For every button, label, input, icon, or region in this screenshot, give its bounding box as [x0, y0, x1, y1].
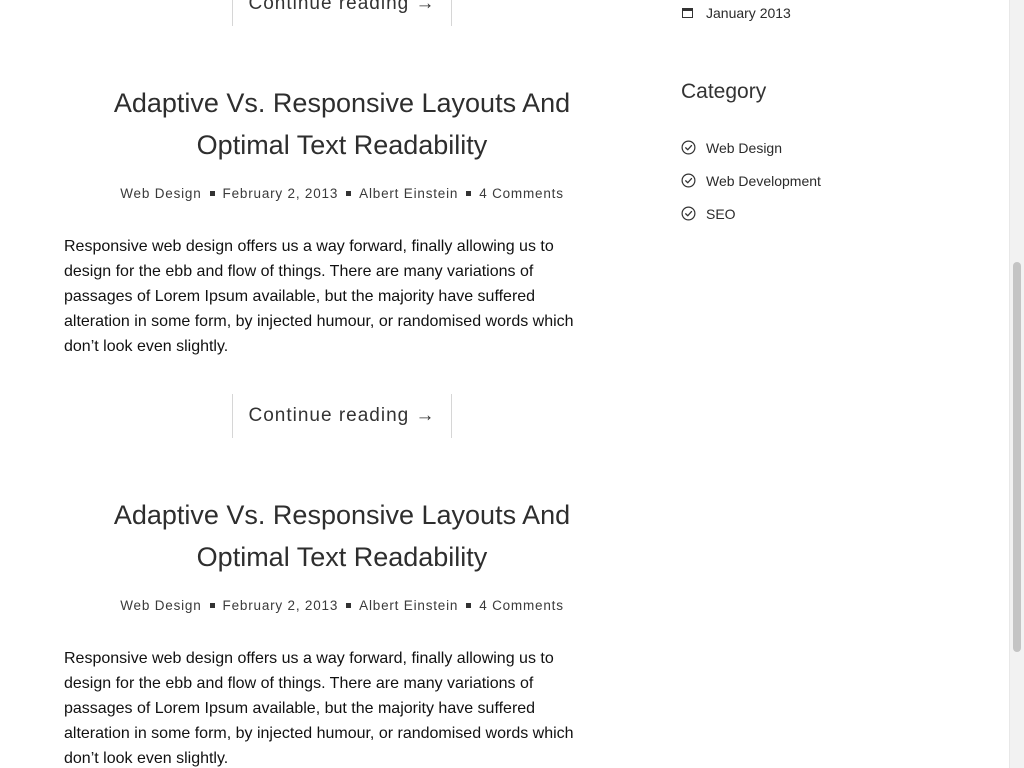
continue-reading-label: Continue reading →	[248, 0, 436, 14]
category-list: Web Design Web Development SEO	[681, 131, 821, 230]
post-category-link[interactable]: Web Design	[120, 186, 201, 201]
post-author-link[interactable]: Albert Einstein	[359, 186, 458, 201]
post-excerpt: Responsive web design offers us a way fo…	[64, 238, 574, 355]
post-comments-link[interactable]: 4 Comments	[479, 186, 564, 201]
archive-item[interactable]: January 2013	[681, 5, 791, 21]
post-category-link[interactable]: Web Design	[120, 598, 201, 613]
meta-separator	[209, 602, 215, 608]
check-circle-icon	[681, 140, 696, 155]
post-author-link[interactable]: Albert Einstein	[359, 598, 458, 613]
meta-separator	[466, 190, 472, 196]
post-comments-link[interactable]: 4 Comments	[479, 598, 564, 613]
post-excerpt: Responsive web design offers us a way fo…	[64, 650, 574, 767]
vertical-scrollbar[interactable]	[1009, 0, 1024, 768]
calendar-icon	[682, 8, 693, 18]
post-meta: Web Design February 2, 2013 Albert Einstei…	[64, 598, 620, 613]
scrollbar-thumb[interactable]	[1013, 262, 1021, 652]
continue-reading-button[interactable]: Continue reading →	[232, 0, 452, 26]
category-label: SEO	[706, 205, 736, 222]
continue-reading-label: Continue reading →	[248, 405, 436, 426]
archive-item-label: January 2013	[706, 5, 791, 21]
check-circle-icon	[681, 206, 696, 221]
post-title[interactable]: Adaptive Vs. Responsive Layouts And Opti…	[64, 494, 620, 578]
category-label: Web Development	[706, 172, 821, 189]
meta-separator	[346, 602, 352, 608]
continue-reading-button[interactable]: Continue reading →	[232, 394, 452, 438]
category-item-web-design[interactable]: Web Design	[681, 131, 821, 164]
post-title-line-2[interactable]: Optimal Text Readability	[197, 542, 488, 572]
post-title-line-1[interactable]: Adaptive Vs. Responsive Layouts And	[114, 88, 570, 118]
category-item-web-development[interactable]: Web Development	[681, 164, 821, 197]
meta-separator	[466, 602, 472, 608]
meta-separator	[209, 190, 215, 196]
category-label: Web Design	[706, 139, 783, 156]
category-widget-title: Category	[681, 80, 767, 103]
post-meta: Web Design February 2, 2013 Albert Einstei…	[64, 186, 620, 201]
meta-separator	[346, 190, 352, 196]
check-circle-icon	[681, 173, 696, 188]
page-viewport: Continue reading → Adaptive Vs. Responsi…	[0, 0, 1024, 768]
category-item-seo[interactable]: SEO	[681, 197, 821, 230]
post-date: February 2, 2013	[222, 598, 339, 613]
post-title-line-1[interactable]: Adaptive Vs. Responsive Layouts And	[114, 500, 570, 530]
post-title[interactable]: Adaptive Vs. Responsive Layouts And Opti…	[64, 82, 620, 166]
post-date: February 2, 2013	[222, 186, 339, 201]
post-title-line-2[interactable]: Optimal Text Readability	[197, 130, 488, 160]
